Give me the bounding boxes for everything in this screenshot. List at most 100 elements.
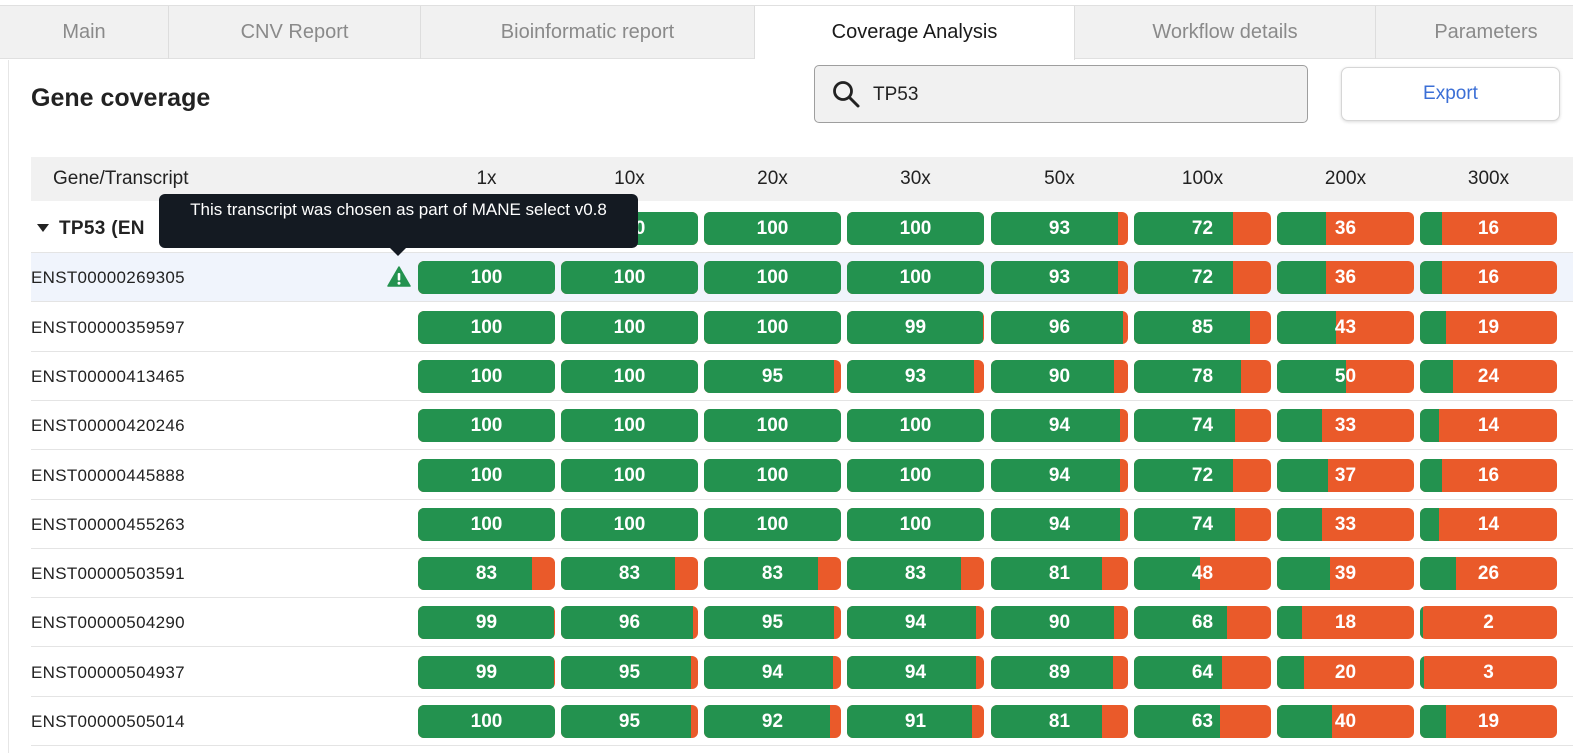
- coverage-value: 68: [1191, 612, 1214, 634]
- transcript-id: ENST00000503591: [31, 564, 185, 584]
- export-button[interactable]: Export: [1341, 67, 1560, 121]
- transcript-id: ENST00000269305: [31, 268, 185, 288]
- coverage-value: 100: [756, 267, 789, 289]
- coverage-bar-200x: 33: [1277, 507, 1414, 541]
- tab-parameters[interactable]: Parameters: [1376, 6, 1573, 59]
- coverage-value: 16: [1477, 218, 1500, 239]
- column-header-30x[interactable]: 30x: [847, 157, 984, 201]
- coverage-bar-50x: 93: [991, 261, 1128, 295]
- coverage-bar-30x: 100: [847, 458, 984, 492]
- coverage-value: 100: [899, 415, 932, 437]
- coverage-value: 19: [1477, 316, 1500, 338]
- coverage-bar-10x: 100: [561, 507, 698, 541]
- caret-down-icon[interactable]: [37, 223, 49, 232]
- coverage-bar-50x: 81: [991, 705, 1128, 738]
- table-row[interactable]: ENST00000413465 100 100 95 93 90 78 50 24: [31, 352, 1573, 401]
- transcript-id: ENST00000504937: [31, 662, 185, 682]
- coverage-bar-200x: 36: [1277, 212, 1414, 245]
- coverage-bar-20x: 100: [704, 458, 841, 492]
- coverage-bar-100x: 72: [1134, 458, 1271, 492]
- coverage-bar-50x: 89: [991, 655, 1128, 689]
- table-row[interactable]: ENST00000269305 100 100 100 100 93 72 36 16: [31, 253, 1573, 303]
- coverage-value: 100: [470, 513, 503, 535]
- coverage-value: 16: [1477, 267, 1500, 289]
- coverage-value: 100: [613, 513, 646, 535]
- table-row[interactable]: ENST00000455263 100 100 100 100 94 74 33 14: [31, 500, 1573, 549]
- content-divider: [8, 60, 9, 753]
- coverage-value: 100: [756, 513, 789, 535]
- table-row[interactable]: ENST00000504937 99 95 94 94 89 64 20 3: [31, 648, 1573, 697]
- search-input[interactable]: [871, 78, 1275, 112]
- search-box[interactable]: [814, 65, 1308, 123]
- coverage-bar-100x: 72: [1134, 212, 1271, 245]
- warning-icon[interactable]: [387, 265, 411, 289]
- coverage-value: 100: [899, 464, 932, 486]
- tab-main[interactable]: Main: [0, 6, 169, 59]
- coverage-bar-20x: 100: [704, 261, 841, 295]
- coverage-bar-10x: 95: [561, 655, 698, 689]
- column-header-100x[interactable]: 100x: [1134, 157, 1271, 201]
- coverage-bar-50x: 81: [991, 557, 1128, 591]
- coverage-bar-10x: 100: [561, 310, 698, 344]
- coverage-bar-10x: 100: [561, 261, 698, 295]
- coverage-value: 83: [475, 563, 498, 585]
- coverage-value: 100: [470, 464, 503, 486]
- coverage-bar-20x: 100: [704, 409, 841, 443]
- table-row[interactable]: ENST00000359597 100 100 100 99 96 85 43 19: [31, 303, 1573, 352]
- coverage-value: 74: [1191, 415, 1214, 437]
- coverage-value: 64: [1191, 661, 1214, 683]
- tab-cnv-report[interactable]: CNV Report: [169, 6, 421, 59]
- coverage-value: 83: [618, 563, 641, 585]
- tab-bioinformatic-report[interactable]: Bioinformatic report: [421, 6, 755, 59]
- coverage-bar-10x: 100: [561, 409, 698, 443]
- tab-coverage-analysis[interactable]: Coverage Analysis: [755, 6, 1075, 60]
- tab-workflow-details[interactable]: Workflow details: [1075, 6, 1376, 59]
- coverage-value: 63: [1191, 711, 1214, 732]
- coverage-bar-1x: 83: [418, 557, 555, 591]
- coverage-value: 33: [1334, 415, 1357, 437]
- coverage-value: 72: [1191, 464, 1214, 486]
- coverage-bar-30x: 100: [847, 261, 984, 295]
- coverage-bar-20x: 95: [704, 606, 841, 640]
- column-header-20x[interactable]: 20x: [704, 157, 841, 201]
- coverage-bar-100x: 74: [1134, 507, 1271, 541]
- coverage-bar-20x: 100: [704, 507, 841, 541]
- transcript-id: ENST00000455263: [31, 514, 185, 534]
- coverage-value: 100: [613, 365, 646, 387]
- table-row[interactable]: ENST00000420246 100 100 100 100 94 74 33 14: [31, 401, 1573, 451]
- column-header-300x[interactable]: 300x: [1420, 157, 1557, 201]
- coverage-value: 100: [470, 415, 503, 437]
- coverage-bar-100x: 68: [1134, 606, 1271, 640]
- table-row[interactable]: ENST00000505014 100 95 92 91 81 63 40 19: [31, 697, 1573, 746]
- coverage-bar-50x: 90: [991, 359, 1128, 393]
- coverage-value: 99: [475, 612, 498, 634]
- coverage-value: 36: [1334, 218, 1357, 239]
- gene-label[interactable]: TP53 (EN: [27, 204, 145, 253]
- coverage-bar-300x: 24: [1420, 359, 1557, 393]
- coverage-value: 85: [1191, 316, 1214, 338]
- table-row[interactable]: ENST00000503591 83 83 83 83 81 48 39 26: [31, 549, 1573, 599]
- coverage-value: 99: [904, 316, 927, 338]
- coverage-value: 89: [1048, 661, 1071, 683]
- table-row[interactable]: ENST00000504290 99 96 95 94 90 68 18 2: [31, 598, 1573, 648]
- coverage-bar-300x: 14: [1420, 409, 1557, 443]
- coverage-bar-30x: 91: [847, 705, 984, 738]
- column-header-50x[interactable]: 50x: [991, 157, 1128, 201]
- coverage-value: 83: [761, 563, 784, 585]
- coverage-bar-1x: 99: [418, 655, 555, 689]
- coverage-value: 94: [761, 661, 784, 683]
- coverage-value: 100: [613, 316, 646, 338]
- coverage-bar-100x: 78: [1134, 359, 1271, 393]
- coverage-bar-1x: 100: [418, 458, 555, 492]
- tab-bar: Main CNV Report Bioinformatic report Cov…: [0, 5, 1573, 60]
- page-title: Gene coverage: [31, 84, 211, 112]
- gene-name: TP53 (EN: [59, 218, 145, 239]
- coverage-value: 43: [1334, 316, 1357, 338]
- column-header-200x[interactable]: 200x: [1277, 157, 1414, 201]
- coverage-bar-50x: 96: [991, 310, 1128, 344]
- table-row[interactable]: ENST00000445888 100 100 100 100 94 72 37 16: [31, 451, 1573, 500]
- coverage-value: 100: [613, 267, 646, 289]
- coverage-value: 33: [1334, 513, 1357, 535]
- coverage-value: 96: [1048, 316, 1071, 338]
- coverage-bar-200x: 40: [1277, 705, 1414, 738]
